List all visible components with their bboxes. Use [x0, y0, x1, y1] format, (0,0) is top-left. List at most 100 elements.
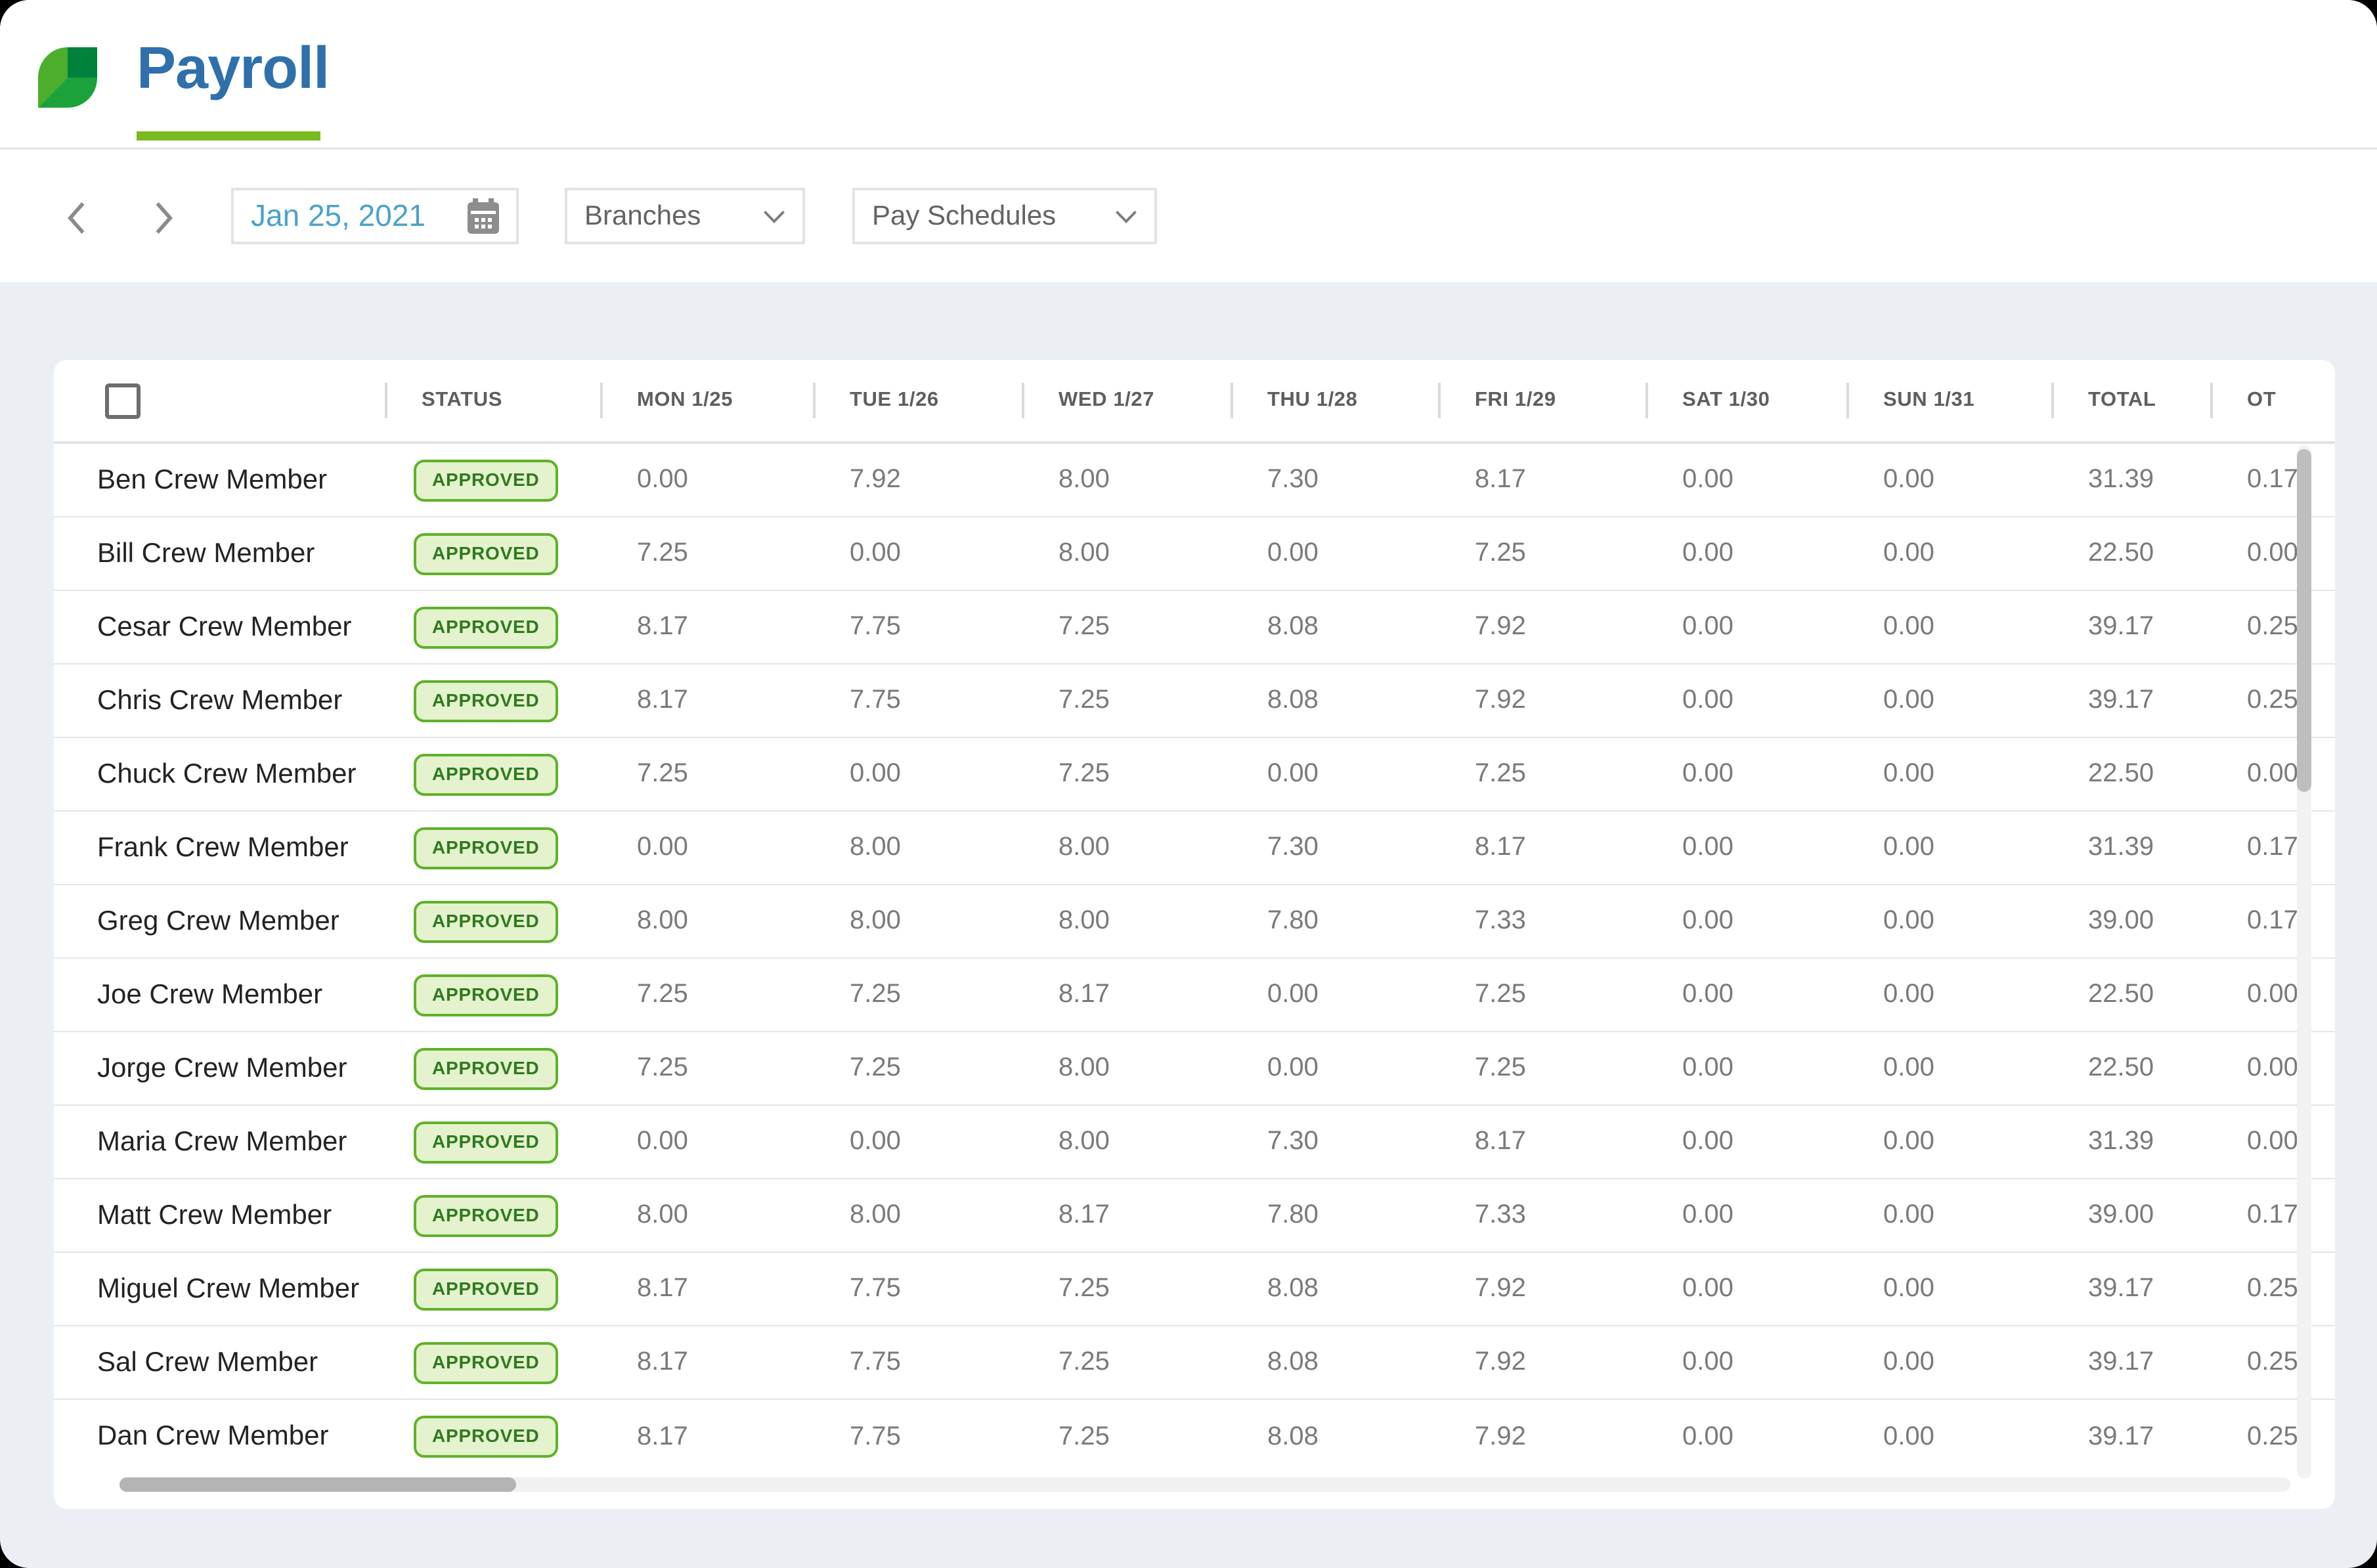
crew-member-name: Matt Crew Member — [54, 1200, 385, 1231]
column-header: TUE 1/26 — [813, 360, 1022, 441]
date-picker[interactable]: Jan 25, 2021 — [231, 188, 519, 244]
status-cell: APPROVED — [385, 1416, 600, 1458]
leaf-logo-icon — [38, 47, 97, 108]
pay-schedules-dropdown[interactable]: Pay Schedules — [852, 188, 1157, 244]
hours-total: 22.50 — [2051, 1053, 2210, 1083]
hours-sun: 0.00 — [1846, 612, 2051, 642]
hours-wed: 8.00 — [1022, 833, 1231, 863]
vertical-scrollbar-track[interactable] — [2297, 445, 2311, 1479]
hours-sun: 0.00 — [1846, 906, 2051, 936]
status-badge: APPROVED — [414, 680, 558, 722]
hours-tue: 7.75 — [813, 1347, 1022, 1378]
hours-sat: 0.00 — [1646, 612, 1846, 642]
hours-sun: 0.00 — [1846, 1053, 2051, 1083]
status-badge: APPROVED — [414, 974, 558, 1016]
chevron-right-icon — [152, 201, 176, 235]
hours-sun: 0.00 — [1846, 1422, 2051, 1452]
hours-tue: 7.75 — [813, 1422, 1022, 1452]
hours-tue: 0.00 — [813, 1127, 1022, 1157]
status-badge: APPROVED — [414, 753, 558, 795]
horizontal-scrollbar-thumb[interactable] — [120, 1477, 516, 1492]
hours-thu: 8.08 — [1231, 1347, 1438, 1378]
hours-sun: 0.00 — [1846, 686, 2051, 716]
status-cell: APPROVED — [385, 680, 600, 722]
hours-tue: 0.00 — [813, 759, 1022, 789]
crew-member-name: Sal Crew Member — [54, 1347, 385, 1378]
vertical-scrollbar-thumb[interactable] — [2297, 449, 2311, 792]
column-header: FRI 1/29 — [1438, 360, 1646, 441]
hours-wed: 8.00 — [1022, 465, 1231, 495]
hours-thu: 7.80 — [1231, 906, 1438, 936]
hours-sat: 0.00 — [1646, 1274, 1846, 1304]
hours-tue: 8.00 — [813, 906, 1022, 936]
hours-wed: 7.25 — [1022, 1274, 1231, 1304]
status-badge: APPROVED — [414, 1194, 558, 1236]
hours-thu: 7.30 — [1231, 833, 1438, 863]
hours-fri: 8.17 — [1438, 1127, 1646, 1157]
hours-sat: 0.00 — [1646, 1347, 1846, 1378]
hours-wed: 8.00 — [1022, 1127, 1231, 1157]
hours-sun: 0.00 — [1846, 980, 2051, 1010]
chevron-down-icon — [1115, 209, 1137, 223]
status-cell: APPROVED — [385, 753, 600, 795]
hours-mon: 8.00 — [600, 906, 813, 936]
previous-period-button[interactable] — [59, 200, 93, 236]
hours-thu: 0.00 — [1231, 538, 1438, 569]
title-bar: Payroll — [0, 0, 2377, 150]
hours-overtime: 0.25 — [2210, 1347, 2335, 1378]
column-header: THU 1/28 — [1231, 360, 1438, 441]
table-row: Joe Crew Member APPROVED 7.25 7.25 8.17 … — [54, 959, 2335, 1032]
hours-sat: 0.00 — [1646, 980, 1846, 1010]
hours-fri: 7.33 — [1438, 1200, 1646, 1230]
hours-mon: 7.25 — [600, 980, 813, 1010]
crew-member-name: Jorge Crew Member — [54, 1053, 385, 1084]
hours-fri: 7.92 — [1438, 1347, 1646, 1378]
hours-sat: 0.00 — [1646, 686, 1846, 716]
next-period-button[interactable] — [147, 200, 181, 236]
hours-tue: 0.00 — [813, 538, 1022, 569]
hours-tue: 7.75 — [813, 1274, 1022, 1304]
active-tab-indicator — [137, 131, 320, 141]
hours-sun: 0.00 — [1846, 1127, 2051, 1157]
hours-mon: 0.00 — [600, 1127, 813, 1157]
status-cell: APPROVED — [385, 1121, 600, 1163]
payroll-app-window: Payroll Jan 25, 2021 — [0, 0, 2377, 1568]
hours-fri: 7.25 — [1438, 1053, 1646, 1083]
status-cell: APPROVED — [385, 1268, 600, 1310]
hours-tue: 7.25 — [813, 1053, 1022, 1083]
header-checkbox-cell — [54, 383, 385, 418]
hours-total: 39.00 — [2051, 1200, 2210, 1230]
hours-overtime: 0.25 — [2210, 1422, 2335, 1452]
column-header: SUN 1/31 — [1846, 360, 2051, 441]
hours-sat: 0.00 — [1646, 465, 1846, 495]
hours-sat: 0.00 — [1646, 1053, 1846, 1083]
hours-sat: 0.00 — [1646, 833, 1846, 863]
hours-fri: 7.92 — [1438, 1274, 1646, 1304]
branches-dropdown[interactable]: Branches — [565, 188, 805, 244]
status-cell: APPROVED — [385, 1194, 600, 1236]
hours-overtime: 0.17 — [2210, 833, 2335, 863]
crew-member-name: Chris Crew Member — [54, 685, 385, 716]
chevron-down-icon — [763, 209, 785, 223]
table-header-row: STATUS MON 1/25 TUE 1/26 WED 1/27 THU 1/… — [54, 360, 2335, 444]
status-cell: APPROVED — [385, 974, 600, 1016]
crew-member-name: Bill Crew Member — [54, 538, 385, 569]
hours-wed: 8.17 — [1022, 980, 1231, 1010]
hours-overtime: 0.00 — [2210, 538, 2335, 569]
crew-member-name: Miguel Crew Member — [54, 1273, 385, 1305]
hours-thu: 8.08 — [1231, 612, 1438, 642]
status-badge: APPROVED — [414, 1121, 558, 1163]
hours-mon: 8.17 — [600, 686, 813, 716]
select-all-checkbox[interactable] — [105, 383, 141, 418]
hours-tue: 8.00 — [813, 833, 1022, 863]
hours-wed: 7.25 — [1022, 612, 1231, 642]
hours-sat: 0.00 — [1646, 1127, 1846, 1157]
stage: Payroll Jan 25, 2021 — [0, 0, 2377, 1568]
horizontal-scrollbar-track[interactable] — [120, 1477, 2290, 1492]
hours-sun: 0.00 — [1846, 833, 2051, 863]
hours-overtime: 0.17 — [2210, 906, 2335, 936]
status-cell: APPROVED — [385, 459, 600, 501]
status-cell: APPROVED — [385, 606, 600, 648]
pay-schedules-dropdown-label: Pay Schedules — [872, 200, 1056, 232]
hours-sun: 0.00 — [1846, 1274, 2051, 1304]
